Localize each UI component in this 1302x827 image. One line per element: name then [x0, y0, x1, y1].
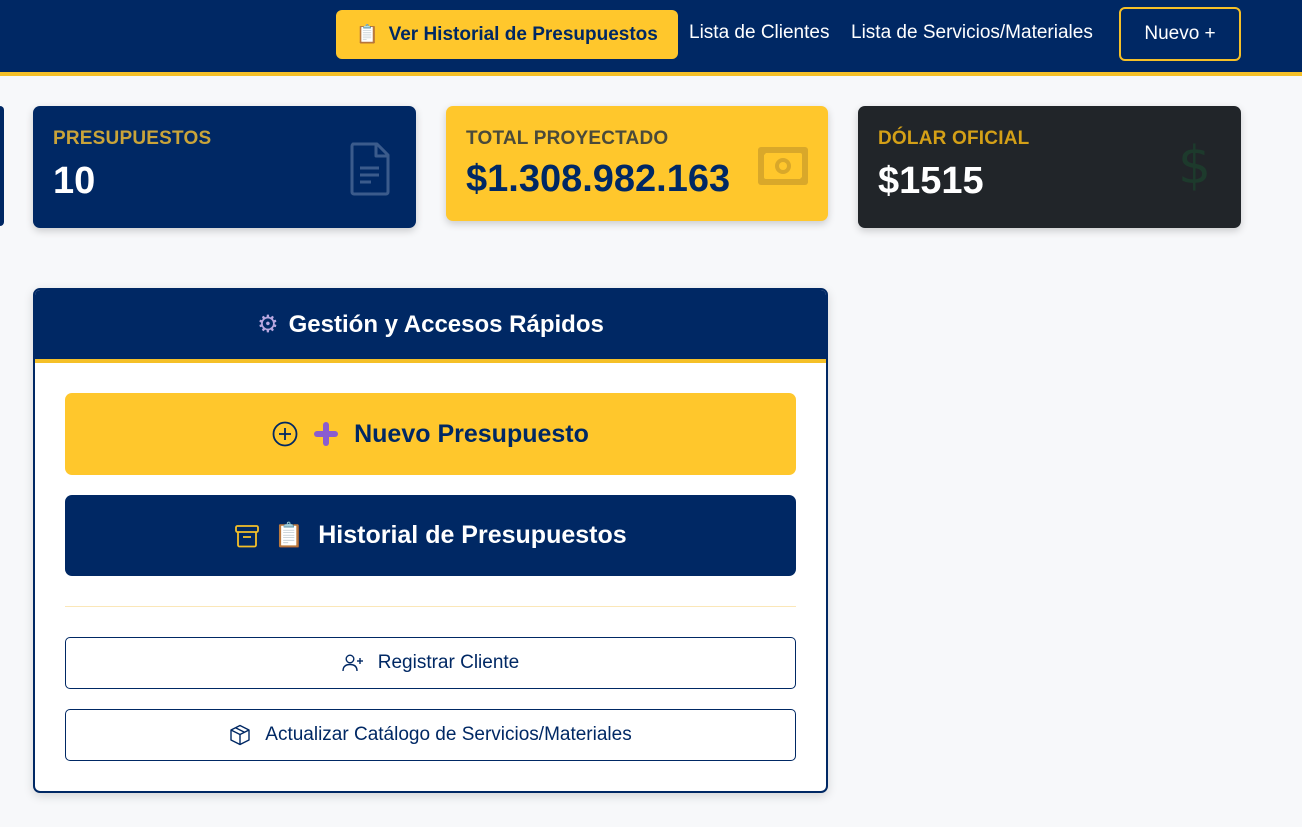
view-history-label: Ver Historial de Presupuestos: [388, 23, 658, 45]
quick-access-panel: ⚙ Gestión y Accesos Rápidos Nuevo Presup…: [33, 288, 828, 793]
clipboard-icon: 📋: [274, 522, 305, 549]
divider: [65, 606, 796, 607]
plus-icon: [314, 422, 339, 446]
stat-card-dollar: DÓLAR OFICIAL $1515 $: [858, 106, 1241, 228]
gear-icon: ⚙: [257, 311, 279, 338]
stat-card-budgets: PRESUPUESTOS 10: [33, 106, 416, 228]
clipboard-icon: 📋: [356, 24, 379, 44]
stat-value: $1515: [878, 160, 984, 202]
update-catalog-label: Actualizar Catálogo de Servicios/Materia…: [265, 724, 632, 745]
box-icon: [230, 724, 250, 746]
new-budget-button[interactable]: Nuevo Presupuesto: [65, 393, 796, 475]
cash-icon: [758, 147, 808, 185]
document-icon: [350, 142, 390, 196]
panel-title: Gestión y Accesos Rápidos: [288, 310, 604, 338]
register-client-button[interactable]: Registrar Cliente: [65, 637, 796, 689]
top-navbar: 📋 Ver Historial de Presupuestos Lista de…: [0, 0, 1302, 76]
stat-card-partial: [0, 106, 4, 226]
stat-label: PRESUPUESTOS: [53, 128, 212, 149]
nav-link-services[interactable]: Lista de Servicios/Materiales: [851, 22, 1093, 44]
panel-header: ⚙ Gestión y Accesos Rápidos: [35, 290, 826, 363]
archive-icon: [235, 524, 260, 547]
new-dropdown-button[interactable]: Nuevo +: [1119, 7, 1241, 61]
stat-value: 10: [53, 160, 96, 202]
new-label: Nuevo +: [1144, 23, 1216, 44]
stat-label: DÓLAR OFICIAL: [878, 128, 1030, 149]
dollar-icon: $: [1178, 136, 1212, 196]
budget-history-button[interactable]: 📋 Historial de Presupuestos: [65, 495, 796, 576]
user-plus-icon: [342, 654, 363, 672]
view-history-button[interactable]: 📋 Ver Historial de Presupuestos: [336, 10, 678, 59]
update-catalog-button[interactable]: Actualizar Catálogo de Servicios/Materia…: [65, 709, 796, 761]
nav-link-clients[interactable]: Lista de Clientes: [689, 22, 829, 44]
register-client-label: Registrar Cliente: [377, 652, 520, 673]
new-budget-label: Nuevo Presupuesto: [354, 419, 589, 448]
stat-card-total: TOTAL PROYECTADO $1.308.982.163: [446, 106, 828, 221]
plus-circle-icon: [272, 421, 298, 447]
budget-history-label: Historial de Presupuestos: [318, 521, 627, 549]
